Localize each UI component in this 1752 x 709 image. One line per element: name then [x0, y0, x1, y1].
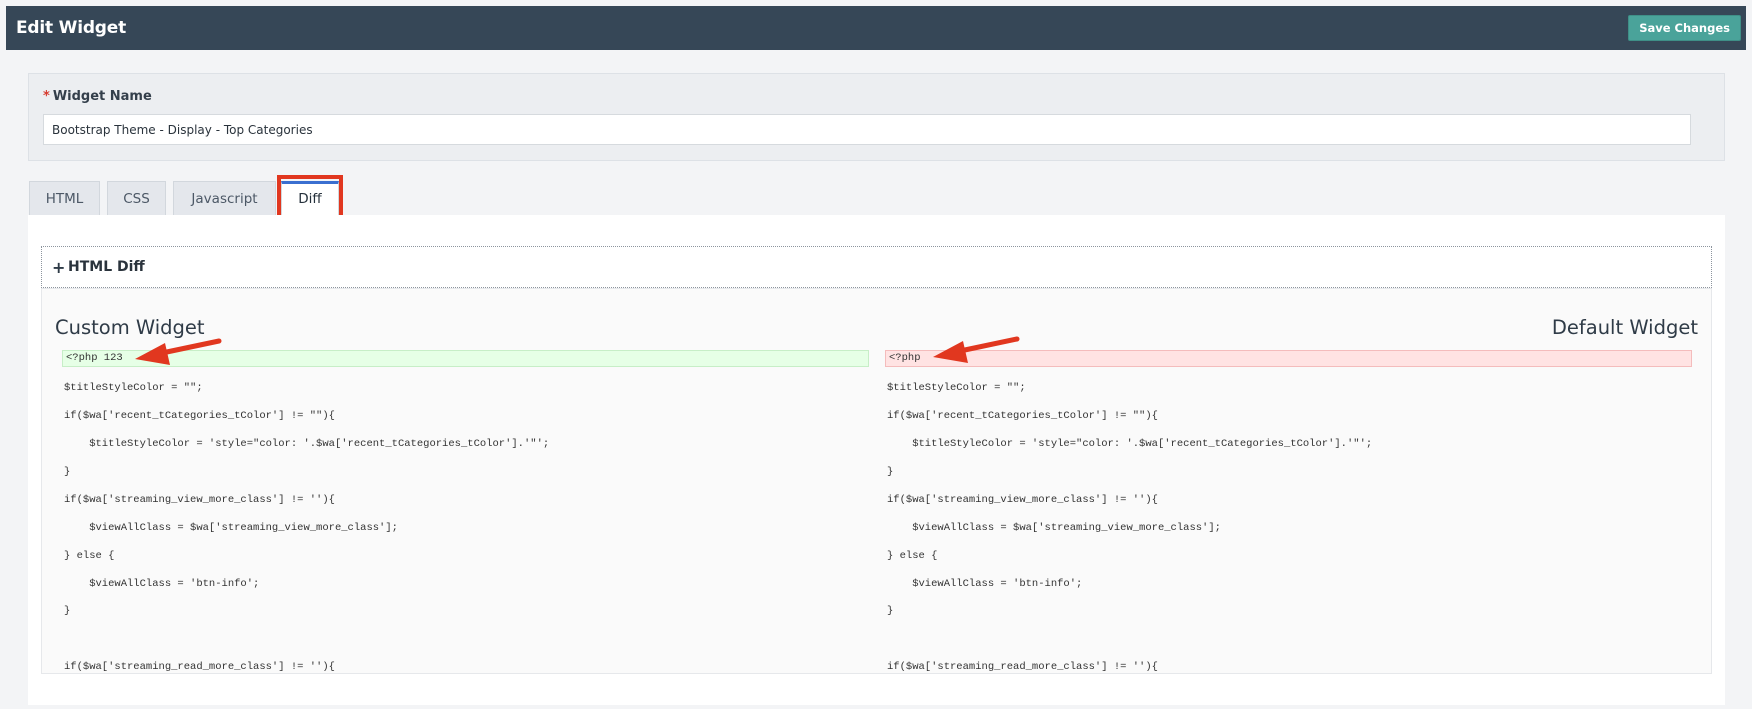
code-line: if($wa['recent_tCategories_tColor'] != "…: [887, 410, 1158, 422]
code-line: } else {: [64, 550, 115, 562]
page-title: Edit Widget: [16, 18, 127, 38]
save-changes-button[interactable]: Save Changes: [1628, 15, 1741, 41]
top-bar: Edit Widget Save Changes: [6, 6, 1746, 50]
widget-name-label-text: Widget Name: [52, 89, 152, 104]
code-line: if($wa['streaming_view_more_class'] != '…: [64, 494, 335, 506]
widget-name-panel: * Widget Name: [28, 73, 1725, 161]
tab-javascript[interactable]: Javascript: [173, 181, 276, 215]
custom-widget-heading: Custom Widget: [55, 316, 205, 339]
widget-name-input[interactable]: [43, 114, 1691, 145]
required-marker: *: [43, 89, 50, 104]
code-line: } else {: [887, 550, 938, 562]
widget-name-label: * Widget Name: [43, 89, 152, 104]
default-widget-heading: Default Widget: [1551, 316, 1698, 339]
diff-area: [41, 288, 1712, 674]
code-line: }: [64, 605, 71, 617]
code-line: $viewAllClass = 'btn-info';: [64, 578, 260, 590]
code-line: }: [64, 466, 71, 478]
plus-icon: +: [52, 258, 66, 277]
accordion-title: HTML Diff: [68, 259, 145, 275]
code-line: }: [887, 466, 894, 478]
code-line: $viewAllClass = $wa['streaming_view_more…: [887, 522, 1221, 534]
code-line: if($wa['recent_tCategories_tColor'] != "…: [64, 410, 335, 422]
code-line: if($wa['streaming_view_more_class'] != '…: [887, 494, 1158, 506]
code-line: $viewAllClass = 'btn-info';: [887, 578, 1083, 590]
tab-css[interactable]: CSS: [107, 181, 166, 215]
code-line: }: [887, 605, 894, 617]
code-line: if($wa['streaming_read_more_class'] != '…: [887, 661, 1158, 673]
code-line: $viewAllClass = $wa['streaming_view_more…: [64, 522, 398, 534]
added-line: <?php 123: [62, 350, 869, 367]
html-diff-accordion[interactable]: + HTML Diff: [41, 246, 1712, 288]
removed-line: <?php: [885, 350, 1692, 367]
code-line: $titleStyleColor = "";: [887, 382, 1026, 394]
code-line: $titleStyleColor = "";: [64, 382, 203, 394]
code-line: $titleStyleColor = 'style="color: '.$wa[…: [887, 438, 1373, 450]
tab-diff[interactable]: Diff: [281, 181, 339, 215]
tab-html[interactable]: HTML: [29, 181, 100, 215]
code-line: if($wa['streaming_read_more_class'] != '…: [64, 661, 335, 673]
code-line: $titleStyleColor = 'style="color: '.$wa[…: [64, 438, 550, 450]
